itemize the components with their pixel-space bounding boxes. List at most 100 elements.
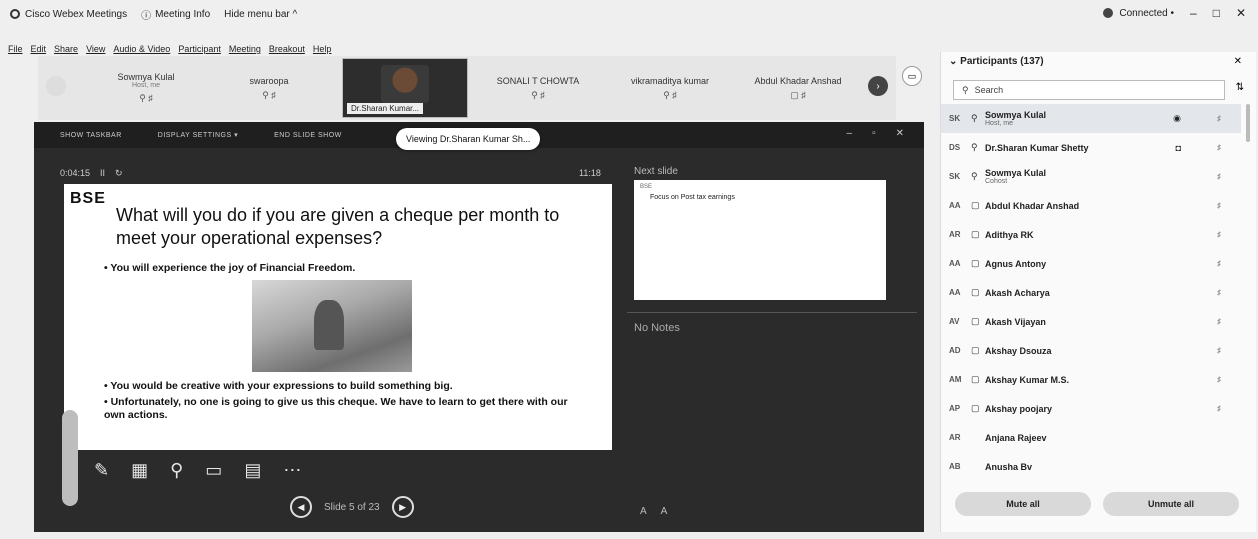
- mic-status-icon[interactable]: ♯: [1217, 317, 1221, 326]
- title-bar: Cisco Webex Meetings ⓘ Meeting Info Hide…: [0, 0, 940, 28]
- search-icon: ⚲: [962, 84, 969, 95]
- list-item[interactable]: AR ▢ Adithya RK ♯: [941, 220, 1241, 249]
- show-taskbar-button[interactable]: SHOW TASKBAR: [60, 132, 122, 139]
- mic-status-icon[interactable]: ♯: [1217, 346, 1221, 355]
- participants-scrollbar[interactable]: [1246, 104, 1250, 142]
- meeting-info-button[interactable]: ⓘ Meeting Info: [141, 7, 210, 22]
- video-tile[interactable]: SONALI T CHOWTA ⚲ ♯: [478, 58, 598, 118]
- unmute-all-button[interactable]: Unmute all: [1103, 492, 1239, 516]
- mic-status-icon[interactable]: ♯: [1217, 288, 1221, 297]
- list-item[interactable]: AV ▢ Akash Vijayan ♯: [941, 307, 1241, 336]
- video-tile[interactable]: Sowmya Kulal Host, me ⚲ ♯: [86, 58, 206, 118]
- slide-bullet: • Unfortunately, no one is going to give…: [104, 396, 568, 421]
- menu-breakout[interactable]: Breakout: [269, 44, 305, 54]
- list-item[interactable]: AR Anjana Rajeev: [941, 423, 1241, 452]
- menu-help[interactable]: Help: [313, 44, 332, 54]
- previous-slide-button[interactable]: ◀: [290, 496, 312, 518]
- layout-icon[interactable]: ▭: [902, 66, 922, 86]
- mic-status-icon[interactable]: ♯: [1217, 259, 1221, 268]
- pause-timer-button[interactable]: II: [100, 168, 105, 179]
- menu-participant[interactable]: Participant: [178, 44, 221, 54]
- participant-name: Adithya RK: [985, 229, 1034, 240]
- minimize-button[interactable]: –: [1190, 6, 1197, 20]
- hide-menu-bar-button[interactable]: Hide menu bar ^: [224, 9, 297, 20]
- presenter-close-button[interactable]: ✕: [896, 128, 904, 139]
- mic-status-icon[interactable]: ♯: [1217, 230, 1221, 239]
- menu-meeting[interactable]: Meeting: [229, 44, 261, 54]
- maximize-button[interactable]: □: [1213, 6, 1220, 20]
- zoom-controls[interactable]: [62, 410, 78, 506]
- list-item[interactable]: AA ▢ Akash Acharya ♯: [941, 278, 1241, 307]
- next-slide-label: Next slide: [634, 166, 678, 177]
- zoom-icon[interactable]: ⚲: [170, 460, 183, 481]
- mic-status-icon[interactable]: ♯: [1217, 143, 1221, 152]
- close-button[interactable]: ✕: [1236, 6, 1246, 20]
- participant-name: Abdul Khadar Anshad: [985, 200, 1080, 211]
- end-slide-show-button[interactable]: END SLIDE SHOW: [274, 132, 342, 139]
- strip-scroll-left-button[interactable]: [46, 76, 66, 96]
- participants-header[interactable]: ⌄ Participants (137): [949, 56, 1044, 67]
- audio-icon: ⚲: [971, 113, 978, 123]
- video-icon: ◘: [1175, 142, 1181, 153]
- participant-video: [381, 65, 429, 103]
- next-slide-logo: BSE: [640, 184, 653, 190]
- menu-audio-video[interactable]: Audio & Video: [113, 44, 170, 54]
- list-item[interactable]: AA ▢ Agnus Antony ♯: [941, 249, 1241, 278]
- subtitles-icon[interactable]: ▤: [244, 460, 261, 481]
- list-item[interactable]: AA ▢ Abdul Khadar Anshad ♯: [941, 191, 1241, 220]
- screen-icon[interactable]: ▭: [205, 460, 222, 481]
- next-slide-preview[interactable]: BSE Focus on Post tax earnings: [634, 180, 886, 300]
- video-tile-active[interactable]: Dr.Sharan Kumar...: [342, 58, 468, 118]
- webex-logo-icon: [10, 9, 20, 19]
- video-tile[interactable]: vikramaditya kumar ⚲ ♯: [610, 58, 730, 118]
- see-all-slides-icon[interactable]: ▦: [131, 460, 148, 481]
- mic-status-icon[interactable]: ♯: [1217, 114, 1221, 123]
- current-slide: BSE What will you do if you are given a …: [64, 184, 612, 450]
- list-item[interactable]: AD ▢ Akshay Dsouza ♯: [941, 336, 1241, 365]
- participant-actions: Mute all Unmute all: [955, 492, 1239, 516]
- slide-tools: ✎ ▦ ⚲ ▭ ▤ ⋯: [94, 460, 301, 481]
- avatar: AR: [949, 230, 961, 239]
- close-panel-button[interactable]: ✕: [1234, 56, 1242, 67]
- reset-timer-button[interactable]: ↻: [115, 168, 123, 179]
- menu-file[interactable]: File: [8, 44, 23, 54]
- next-slide-button[interactable]: ▶: [391, 496, 414, 518]
- menu-share[interactable]: Share: [54, 44, 78, 54]
- list-item[interactable]: AB Anusha Bv: [941, 452, 1241, 481]
- avatar: AB: [949, 462, 961, 471]
- list-item[interactable]: SK ⚲ Sowmya Kulal Host, me ◉ ♯: [941, 104, 1241, 133]
- list-item[interactable]: AM ▢ Akshay Kumar M.S. ♯: [941, 365, 1241, 394]
- sort-icon[interactable]: ⇅: [1236, 82, 1244, 93]
- list-item[interactable]: AP ▢ Akshay poojary ♯: [941, 394, 1241, 423]
- participant-name: Anusha Bv: [985, 461, 1033, 472]
- slide-image: [252, 280, 412, 372]
- menu-edit[interactable]: Edit: [31, 44, 47, 54]
- strip-scroll-right-button[interactable]: ›: [868, 76, 888, 96]
- participants-panel: ⌄ Participants (137) ✕ ⚲ Search ⇅ SK ⚲ S…: [940, 52, 1256, 532]
- menu-view[interactable]: View: [86, 44, 105, 54]
- video-tile[interactable]: Abdul Khadar Anshad ▢ ♯: [736, 58, 860, 118]
- increase-font-button[interactable]: A: [640, 506, 647, 517]
- mic-status-icon[interactable]: ♯: [1217, 375, 1221, 384]
- notes-area: No Notes: [634, 322, 680, 334]
- video-tile[interactable]: swaroopa ⚲ ♯: [214, 58, 324, 118]
- avatar: AA: [949, 201, 961, 210]
- mic-status-icon[interactable]: ♯: [1217, 201, 1221, 210]
- participant-name: Akash Acharya: [985, 287, 1050, 298]
- connection-status[interactable]: Connected •: [1103, 8, 1174, 19]
- mute-all-button[interactable]: Mute all: [955, 492, 1091, 516]
- slide-navigation: ◀ Slide 5 of 23 ▶: [290, 496, 414, 518]
- presenter-restore-button[interactable]: ▫: [872, 128, 876, 139]
- mic-status-icon[interactable]: ♯: [1217, 404, 1221, 413]
- more-options-icon[interactable]: ⋯: [283, 460, 301, 481]
- pen-icon[interactable]: ✎: [94, 460, 109, 481]
- presenter-minimize-button[interactable]: –: [847, 128, 853, 139]
- mic-status-icon[interactable]: ♯: [1217, 172, 1221, 181]
- list-item[interactable]: SK ⚲ Sowmya Kulal Cohost ♯: [941, 162, 1241, 191]
- display-settings-button[interactable]: DISPLAY SETTINGS ▾: [158, 131, 238, 139]
- phone-icon: ▢: [971, 287, 980, 297]
- avatar: SK: [949, 172, 961, 181]
- decrease-font-button[interactable]: A: [661, 506, 668, 517]
- list-item[interactable]: DS ⚲ Dr.Sharan Kumar Shetty ◘ ♯: [941, 133, 1241, 162]
- participant-search-input[interactable]: ⚲ Search: [953, 80, 1225, 100]
